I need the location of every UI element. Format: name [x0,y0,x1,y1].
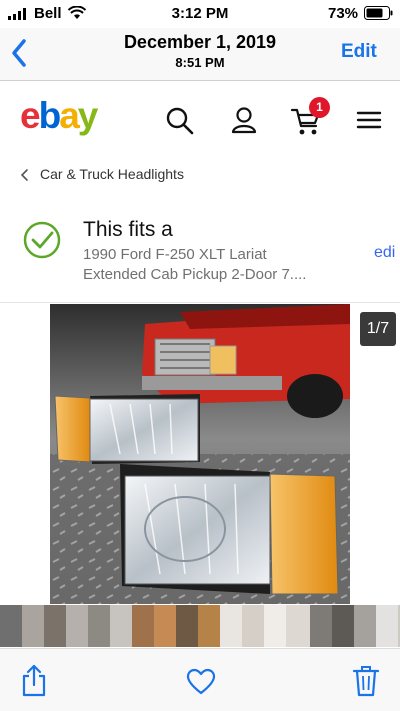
thumbnail[interactable] [332,605,354,647]
thumbnail[interactable] [198,605,220,647]
photo-time: 8:51 PM [175,55,225,70]
logo-letter-e: e [20,95,41,136]
image-counter: 1/7 [360,312,396,346]
fits-title: This fits a [83,218,173,241]
photos-header: December 1, 2019 8:51 PM Edit [0,28,400,81]
battery-percent: 73% [328,5,359,22]
thumbnail[interactable] [0,605,22,647]
product-image[interactable] [50,304,350,604]
divider [0,302,400,303]
thumbnail[interactable] [132,605,154,647]
thumbnail[interactable] [22,605,44,647]
ebay-logo[interactable]: ebay [20,95,99,136]
thumbnail[interactable] [66,605,88,647]
thumbnail[interactable] [44,605,66,647]
search-icon[interactable] [165,106,195,136]
breadcrumb[interactable]: Car & Truck Headlights [40,166,184,182]
thumbnail[interactable] [154,605,176,647]
share-icon[interactable] [20,664,48,698]
thumbnail[interactable] [110,605,132,647]
photo-date: December 1, 2019 [123,32,277,52]
fits-edit-link[interactable]: edi [374,244,395,262]
menu-icon[interactable] [356,110,382,130]
logo-letter-a: a [59,95,80,136]
breadcrumb-chevron-icon[interactable] [20,167,30,183]
thumbnail[interactable] [354,605,376,647]
fits-vehicle-line1: 1990 Ford F-250 XLT Lariat [83,246,267,263]
thumbnail[interactable] [176,605,198,647]
battery-icon [364,6,393,20]
thumbnail[interactable] [376,605,398,647]
thumbnail[interactable] [310,605,332,647]
product-photo-drawing [50,304,350,604]
fits-vehicle-line2: Extended Cab Pickup 2-Door 7.... [83,266,307,283]
thumbnail[interactable] [88,605,110,647]
thumbnail[interactable] [286,605,310,647]
status-bar: Bell 3:12 PM 73% [0,0,400,28]
check-circle-icon [23,221,61,259]
thumbnail[interactable] [220,605,242,647]
edit-button[interactable]: Edit [341,41,377,63]
thumbnail[interactable] [242,605,264,647]
thumbnail[interactable] [264,605,286,647]
cart-count-badge: 1 [309,97,330,118]
user-icon[interactable] [230,106,258,134]
logo-letter-b: b [38,95,62,136]
thumbnail-strip[interactable] [0,605,400,647]
logo-letter-y: y [77,95,99,136]
trash-icon[interactable] [352,664,380,698]
heart-icon[interactable] [186,668,216,696]
